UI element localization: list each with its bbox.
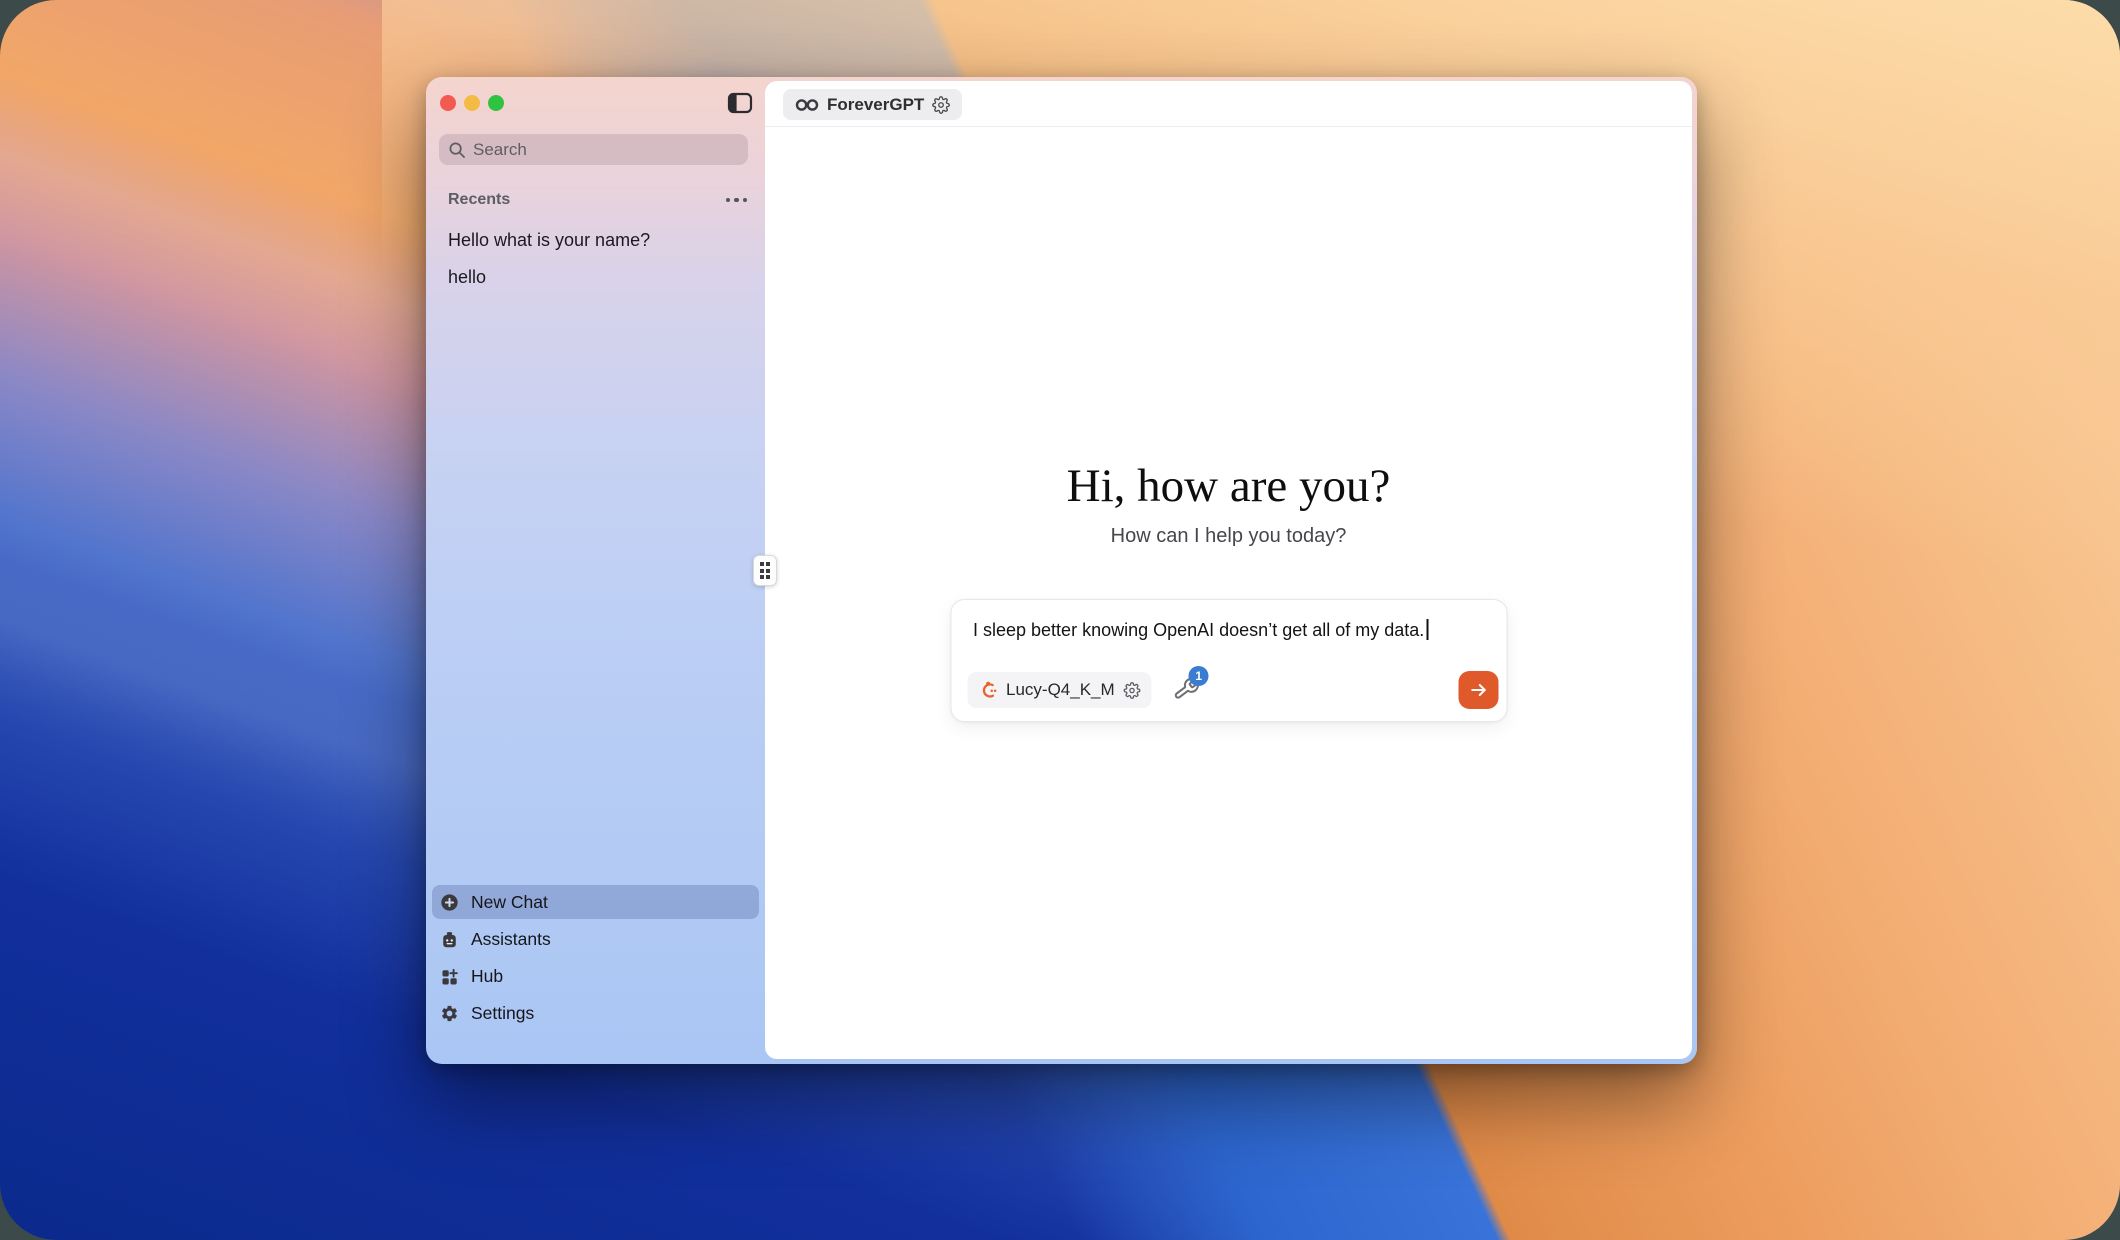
tab-forevergpt[interactable]: ForeverGPT xyxy=(783,89,962,120)
model-settings-gear-icon[interactable] xyxy=(1124,682,1141,699)
model-name: Lucy-Q4_K_M xyxy=(1006,680,1115,700)
greeting-headline: Hi, how are you? xyxy=(765,459,1692,513)
sidebar-item-hub[interactable]: Hub xyxy=(432,959,759,993)
llama-icon xyxy=(978,681,997,700)
sidebar-item-settings[interactable]: Settings xyxy=(432,996,759,1030)
tab-settings-gear-icon[interactable] xyxy=(932,96,950,114)
sidebar-item-label: New Chat xyxy=(471,892,548,913)
recent-chat-item[interactable]: hello xyxy=(448,267,486,288)
gear-icon xyxy=(440,1004,459,1023)
recents-menu-icon[interactable] xyxy=(726,194,748,207)
tools-count-badge: 1 xyxy=(1189,666,1209,686)
greeting-subtitle: How can I help you today? xyxy=(765,525,1692,548)
tab-bar: ForeverGPT xyxy=(765,81,1692,127)
zoom-button[interactable] xyxy=(488,95,504,111)
sidebar: Search Recents Hello what is your name? … xyxy=(426,77,765,1064)
sidebar-bottom-nav: New Chat Assistants xyxy=(432,885,759,1030)
sidebar-toggle-icon[interactable] xyxy=(727,91,753,115)
hub-icon xyxy=(440,967,459,986)
model-selector[interactable]: Lucy-Q4_K_M xyxy=(967,672,1152,708)
recents-header: Recents xyxy=(448,191,510,209)
search-input[interactable]: Search xyxy=(439,134,748,165)
minimize-button[interactable] xyxy=(464,95,480,111)
message-input-value: I sleep better knowing OpenAI doesn’t ge… xyxy=(973,620,1424,640)
sidebar-item-label: Assistants xyxy=(471,929,551,950)
drag-dots-icon xyxy=(760,562,771,579)
message-composer: I sleep better knowing OpenAI doesn’t ge… xyxy=(950,599,1507,722)
assistant-icon xyxy=(440,930,459,949)
arrow-right-icon xyxy=(1468,680,1488,700)
tools-button[interactable]: 1 xyxy=(1172,675,1202,705)
sidebar-resize-handle[interactable] xyxy=(753,555,777,586)
sidebar-item-new-chat[interactable]: New Chat xyxy=(432,885,759,919)
send-button[interactable] xyxy=(1458,671,1498,709)
infinity-icon xyxy=(795,98,819,112)
app-window: Search Recents Hello what is your name? … xyxy=(426,77,1697,1064)
main-panel: ForeverGPT Hi, how are you? How can I he… xyxy=(765,81,1692,1059)
composer-controls: Lucy-Q4_K_M 1 xyxy=(967,671,1498,709)
close-button[interactable] xyxy=(440,95,456,111)
tab-title: ForeverGPT xyxy=(827,95,924,115)
search-placeholder: Search xyxy=(473,140,527,160)
plus-circle-icon xyxy=(440,893,459,912)
sidebar-item-label: Hub xyxy=(471,966,503,987)
desktop: Search Recents Hello what is your name? … xyxy=(0,0,2120,1240)
recent-chat-item[interactable]: Hello what is your name? xyxy=(448,230,650,251)
sidebar-item-assistants[interactable]: Assistants xyxy=(432,922,759,956)
window-controls xyxy=(440,95,504,111)
search-icon xyxy=(448,141,466,159)
sidebar-item-label: Settings xyxy=(471,1003,534,1024)
message-input[interactable]: I sleep better knowing OpenAI doesn’t ge… xyxy=(951,600,1506,641)
text-caret xyxy=(1426,619,1428,640)
recents-header-row: Recents xyxy=(448,191,747,209)
